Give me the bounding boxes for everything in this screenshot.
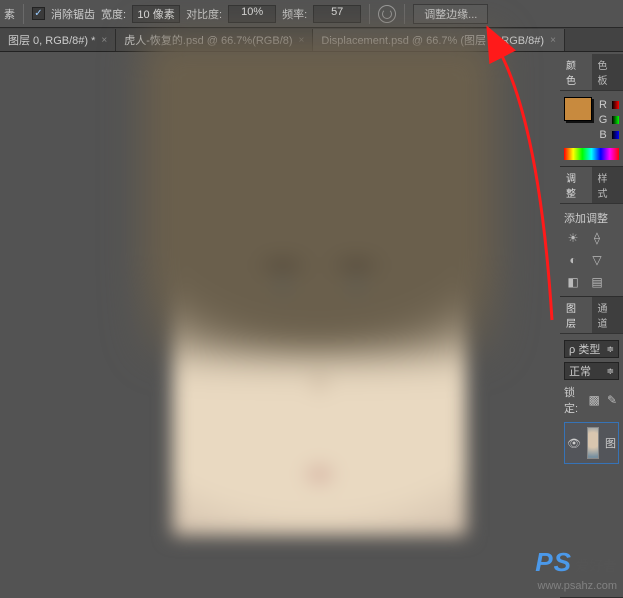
tab-styles[interactable]: 样式 bbox=[592, 167, 623, 203]
lock-label: 锁定: bbox=[564, 384, 583, 416]
close-icon[interactable]: × bbox=[550, 35, 556, 46]
layers-panel-tabs: 图层 通道 bbox=[560, 297, 623, 334]
chevron-down-icon: ≑ bbox=[606, 366, 614, 377]
tab-color[interactable]: 颜色 bbox=[560, 54, 592, 90]
pen-pressure-icon[interactable] bbox=[378, 5, 396, 23]
width-label: 宽度: bbox=[101, 6, 126, 22]
watermark-logo: PS bbox=[535, 547, 572, 577]
brightness-icon[interactable]: ☀ bbox=[564, 230, 582, 246]
invert-icon[interactable]: ▤ bbox=[588, 274, 606, 290]
g-label: G bbox=[598, 114, 608, 126]
vibrance-icon[interactable]: ▽ bbox=[588, 252, 606, 268]
separator bbox=[369, 4, 370, 24]
watermark: PS 爱好者 www.psahz.com bbox=[535, 547, 617, 592]
canvas-image bbox=[172, 66, 467, 536]
frequency-label: 频率: bbox=[282, 6, 307, 22]
tab-adjustments[interactable]: 调整 bbox=[560, 167, 592, 203]
width-input[interactable]: 10 像素 bbox=[132, 5, 180, 23]
exposure-icon[interactable]: ◐ bbox=[564, 252, 582, 268]
r-label: R bbox=[598, 99, 608, 111]
lock-brush-icon[interactable]: ✎ bbox=[605, 392, 619, 408]
layer-name: 图 bbox=[605, 435, 616, 451]
blend-mode-select[interactable]: 正常 ≑ bbox=[564, 362, 619, 380]
photo-filter-icon[interactable]: ◧ bbox=[564, 274, 582, 290]
frequency-input[interactable]: 57 bbox=[313, 5, 361, 23]
antialias-checkbox[interactable]: ✓ bbox=[32, 7, 45, 20]
close-icon[interactable]: × bbox=[101, 35, 107, 46]
tab-label: 图层 0, RGB/8#) * bbox=[8, 32, 95, 48]
r-slider[interactable] bbox=[612, 101, 619, 109]
b-label: B bbox=[598, 129, 608, 141]
g-slider[interactable] bbox=[612, 116, 619, 124]
hue-ramp[interactable] bbox=[564, 148, 619, 160]
separator bbox=[404, 4, 405, 24]
color-panel: R G B bbox=[560, 91, 623, 167]
foreground-color-swatch[interactable] bbox=[564, 97, 592, 121]
document-tab-0[interactable]: 图层 0, RGB/8#) * × bbox=[0, 29, 116, 51]
antialias-label: 消除锯齿 bbox=[51, 6, 95, 22]
tab-channels[interactable]: 通道 bbox=[592, 297, 623, 333]
color-panel-tabs: 颜色 色板 bbox=[560, 54, 623, 91]
lock-row: 锁定: ▩ ✎ bbox=[564, 384, 619, 416]
canvas-area bbox=[0, 54, 560, 598]
right-panel-stack: 颜色 色板 R G B 调整 样式 添加调整 ☀ ⟠ ◐ ▽ ◧ ▤ 图层 通道 bbox=[560, 54, 623, 598]
tab-swatches[interactable]: 色板 bbox=[592, 54, 623, 90]
layer-filter-select[interactable]: ρ 类型 ≑ bbox=[564, 340, 619, 358]
visibility-eye-icon[interactable]: 👁 bbox=[567, 437, 581, 450]
watermark-cn: 爱好者 bbox=[575, 558, 617, 574]
levels-icon[interactable]: ⟠ bbox=[588, 230, 606, 246]
separator bbox=[23, 4, 24, 24]
layer-thumbnail[interactable] bbox=[587, 427, 599, 459]
tab-layers[interactable]: 图层 bbox=[560, 297, 592, 333]
adjust-panel-tabs: 调整 样式 bbox=[560, 167, 623, 204]
truncated-label: 素 bbox=[4, 6, 15, 22]
refine-edge-button[interactable]: 调整边缘... bbox=[413, 4, 488, 24]
lock-transparent-icon[interactable]: ▩ bbox=[587, 392, 601, 408]
watermark-url: www.psahz.com bbox=[538, 580, 617, 592]
layer-row-0[interactable]: 👁 图 bbox=[564, 422, 619, 464]
adjustments-panel: 添加调整 ☀ ⟠ ◐ ▽ ◧ ▤ bbox=[560, 204, 623, 297]
chevron-down-icon: ≑ bbox=[606, 344, 614, 355]
add-adjustment-label: 添加调整 bbox=[564, 210, 619, 226]
options-bar: 素 ✓ 消除锯齿 宽度: 10 像素 对比度: 10% 频率: 57 调整边缘.… bbox=[0, 0, 623, 28]
contrast-label: 对比度: bbox=[186, 6, 222, 22]
b-slider[interactable] bbox=[612, 131, 619, 139]
contrast-input[interactable]: 10% bbox=[228, 5, 276, 23]
